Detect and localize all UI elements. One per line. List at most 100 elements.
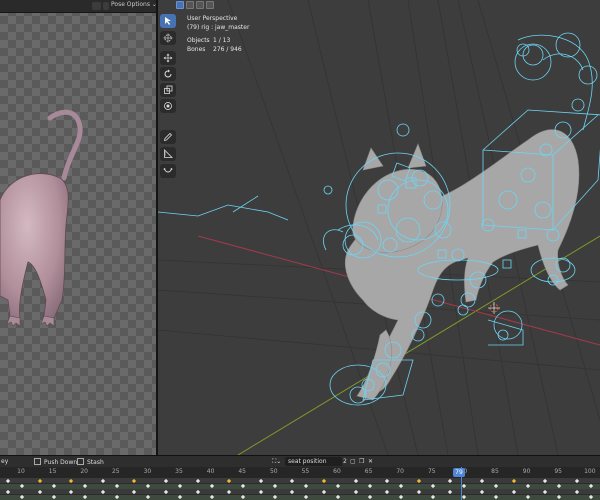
keyframe[interactable] — [209, 494, 214, 500]
keyframe[interactable] — [195, 478, 200, 483]
keyframe[interactable] — [493, 494, 499, 500]
keyframe[interactable] — [272, 483, 277, 489]
current-frame-indicator[interactable]: 79 — [453, 468, 465, 477]
keyframe[interactable] — [557, 494, 562, 500]
keyframe[interactable] — [37, 478, 42, 483]
keyframe[interactable] — [100, 489, 105, 494]
keyframe[interactable] — [399, 494, 404, 500]
keyframe[interactable] — [479, 478, 485, 483]
keyframe[interactable] — [19, 494, 25, 500]
keyframe[interactable] — [304, 494, 309, 500]
extend-mode-button[interactable] — [186, 1, 194, 9]
select-mode-button[interactable] — [176, 1, 184, 9]
keyframe[interactable] — [525, 483, 530, 489]
annotate-tool[interactable] — [160, 130, 176, 144]
keyframe-area[interactable] — [0, 478, 600, 500]
keyframe[interactable] — [83, 494, 88, 500]
keyframe[interactable] — [177, 494, 183, 500]
keyframe[interactable] — [367, 494, 372, 500]
keyframe[interactable] — [241, 494, 246, 500]
keyframe[interactable] — [69, 478, 74, 483]
keyframe[interactable] — [163, 489, 169, 494]
keyframe[interactable] — [51, 494, 56, 500]
keyframe[interactable] — [462, 494, 467, 500]
keyframe[interactable] — [557, 483, 562, 489]
subtract-mode-button[interactable] — [196, 1, 204, 9]
keyframe[interactable] — [385, 489, 390, 494]
keyframe[interactable] — [448, 478, 453, 483]
keyframe[interactable] — [258, 489, 263, 494]
keyframe[interactable] — [525, 494, 530, 500]
3d-viewport[interactable] — [158, 0, 600, 455]
stash-button[interactable]: Stash — [77, 458, 104, 466]
cursor-tool[interactable] — [160, 31, 176, 45]
render-viewport[interactable] — [0, 0, 156, 455]
keyframe[interactable] — [574, 489, 579, 494]
keyframe[interactable] — [195, 489, 200, 494]
keyframe[interactable] — [83, 483, 88, 489]
keyframe[interactable] — [543, 478, 548, 483]
push-down-button[interactable]: Push Down — [34, 458, 77, 466]
relax-tool[interactable] — [160, 164, 176, 178]
channel-row[interactable] — [0, 483, 600, 489]
channel-row[interactable] — [0, 494, 600, 500]
keyframe[interactable] — [574, 478, 579, 483]
keyframe[interactable] — [272, 494, 277, 500]
action-browse-icon[interactable]: ⛶⌄ — [272, 458, 281, 466]
channel-row[interactable] — [0, 478, 600, 483]
keyframe[interactable] — [19, 483, 25, 489]
keyframe[interactable] — [69, 489, 74, 494]
keyframe[interactable] — [304, 483, 309, 489]
keyframe[interactable] — [416, 489, 421, 494]
keyframe[interactable] — [430, 494, 435, 500]
keyframe[interactable] — [100, 478, 105, 483]
keyframe[interactable] — [416, 478, 421, 483]
keyframe[interactable] — [37, 489, 42, 494]
keyframe[interactable] — [511, 489, 516, 494]
keyframe[interactable] — [132, 478, 137, 483]
keyframe[interactable] — [146, 483, 151, 489]
keyframe[interactable] — [321, 478, 327, 483]
keyframe[interactable] — [335, 494, 341, 500]
keyframe[interactable] — [132, 489, 137, 494]
keyframe[interactable] — [146, 494, 151, 500]
keyframe[interactable] — [241, 483, 246, 489]
keyframe[interactable] — [258, 478, 263, 483]
pose-options-menu[interactable]: Pose Options ⌄ — [111, 1, 157, 8]
keyframe[interactable] — [399, 483, 404, 489]
keyframe[interactable] — [493, 483, 499, 489]
intersect-mode-button[interactable] — [206, 1, 214, 9]
move-tool[interactable] — [160, 51, 176, 65]
keyframe[interactable] — [353, 478, 358, 483]
action-name-field[interactable]: seat position — [285, 457, 342, 466]
select-tool[interactable] — [160, 14, 176, 28]
duplicate-action-icon[interactable]: ❐ — [359, 458, 364, 465]
overlay-toggle-button[interactable] — [92, 2, 101, 10]
overlay-dropdown-button[interactable] — [103, 2, 109, 10]
keyframe[interactable] — [227, 489, 232, 494]
keyframe[interactable] — [511, 478, 516, 483]
keyframe[interactable] — [209, 483, 214, 489]
keyframe[interactable] — [290, 478, 295, 483]
keyframe[interactable] — [430, 483, 435, 489]
keyframe[interactable] — [335, 483, 341, 489]
keyframe[interactable] — [5, 478, 11, 483]
keyframe[interactable] — [163, 478, 169, 483]
keyframe[interactable] — [114, 483, 119, 489]
keyframe[interactable] — [353, 489, 358, 494]
keyframe[interactable] — [385, 478, 390, 483]
header-menu-stub[interactable]: ey — [1, 458, 8, 465]
frame-ruler[interactable]: 101520253035404550556065707580859095100 — [0, 467, 600, 478]
unlink-action-icon[interactable]: ✕ — [368, 458, 373, 465]
keyframe[interactable] — [51, 483, 56, 489]
keyframe[interactable] — [114, 494, 119, 500]
keyframe[interactable] — [543, 489, 548, 494]
rotate-tool[interactable] — [160, 67, 176, 81]
keyframe[interactable] — [290, 489, 295, 494]
keyframe[interactable] — [321, 489, 327, 494]
channel-row[interactable] — [0, 489, 600, 494]
keyframe[interactable] — [479, 489, 485, 494]
scale-tool[interactable] — [160, 83, 176, 97]
keyframe[interactable] — [588, 494, 593, 500]
fake-user-icon[interactable]: ▢ — [350, 458, 356, 465]
